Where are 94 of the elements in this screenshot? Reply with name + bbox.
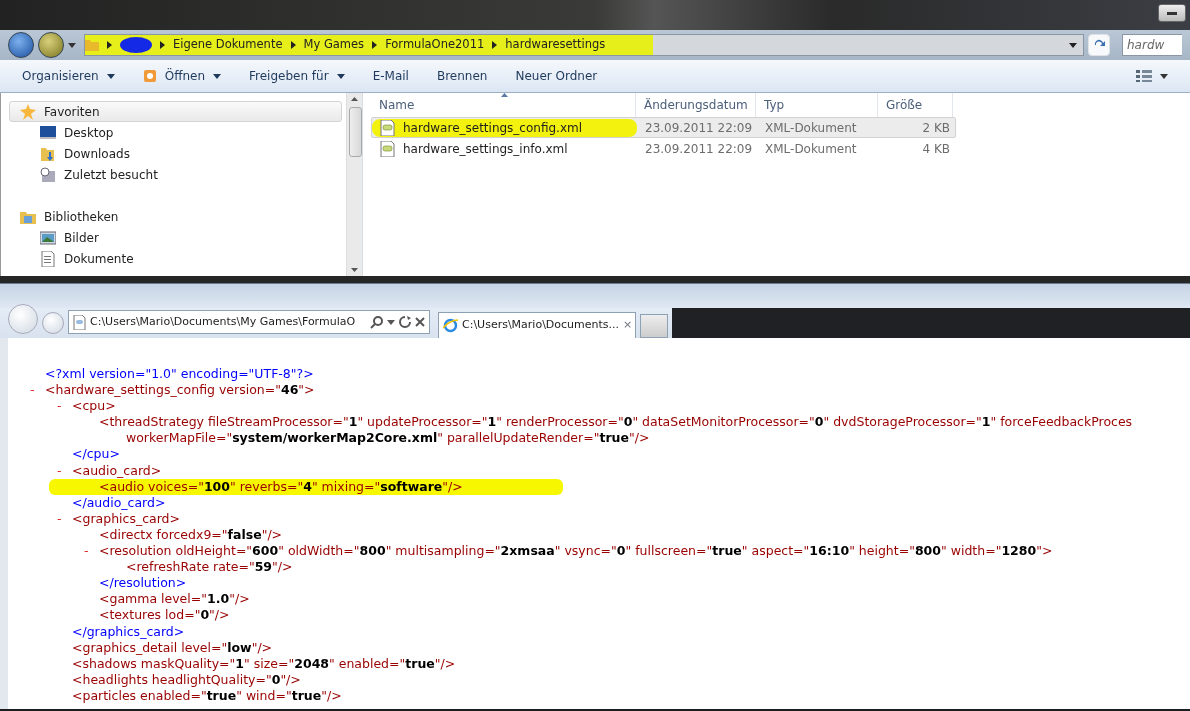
monitor-icon (40, 124, 56, 141)
xml-line: <shadows maskQuality="1" size="2048" enabled="true"/> (72, 655, 456, 671)
browser-logo-icon (443, 318, 458, 333)
caret-icon[interactable] (1069, 42, 1077, 48)
close-icon[interactable] (415, 317, 425, 327)
caret-icon[interactable] (213, 73, 222, 79)
xml-line: <headlights headlightQuality="0"/> (72, 671, 301, 687)
toolbar-button[interactable]: Organisieren (16, 67, 121, 85)
page-icon (73, 314, 86, 330)
star-icon (20, 103, 36, 120)
collapse-toggle[interactable]: - (57, 462, 67, 479)
xml-file-icon (380, 140, 395, 157)
scrollbar[interactable] (346, 93, 362, 276)
xml-line: <audio voices="100" reverbs="4" mixing="software"/> (49, 478, 563, 495)
nav-item[interactable]: Downloads (9, 143, 342, 164)
document-icon (40, 250, 56, 267)
file-type: XML-Dokument (764, 119, 858, 137)
nav-item[interactable]: Bilder (9, 227, 342, 248)
toolbar-button[interactable]: Öffnen (136, 67, 228, 85)
xml-line: <resolution oldHeight="600" oldWidth="800" multisampling="2xmsaa" vsync="0" fullscreen="true" aspect="16:10" height="800" width="1280"> (99, 543, 1053, 559)
open-icon (142, 69, 157, 83)
caret-icon[interactable] (1160, 73, 1168, 79)
toolbar-button[interactable]: E-Mail (366, 67, 415, 85)
xml-line: <threadStrategy fileStreamProcessor="1" updateProcessor="1" renderProcessor="0" dataSetMonitorProcessor="0" dvdStorageProcessor="1" forceFeedbackProces (99, 414, 1133, 430)
search-icon[interactable] (370, 315, 383, 329)
scroll-up-icon[interactable] (351, 97, 358, 101)
file-row[interactable]: hardware_settings_config.xml 23.09.2011 22:09 XML-Dokument 2 KB (371, 117, 956, 138)
file-name: hardware_settings_config.xml (403, 119, 583, 137)
refresh-icon[interactable] (399, 316, 411, 328)
forward-button[interactable] (38, 32, 64, 58)
breadcrumb-item[interactable]: Eigene Dokumente (173, 36, 283, 54)
toolbar-button[interactable]: Neuer Ordner (509, 67, 604, 85)
file-date: 23.09.2011 22:09 (644, 140, 754, 158)
chevron-icon[interactable] (160, 41, 165, 49)
nav-item[interactable]: Dokumente (9, 248, 342, 269)
xml-line: </audio_card> (72, 494, 166, 510)
xml-line: <gamma level="1.0"/> (99, 591, 250, 607)
picture-icon (40, 229, 56, 246)
file-date: 23.09.2011 22:09 (644, 119, 754, 137)
xml-file-icon (380, 119, 395, 136)
xml-line: <refreshRate rate="59"/> (126, 559, 293, 575)
xml-line: </graphics_card> (72, 623, 185, 639)
collapse-toggle[interactable]: - (57, 398, 67, 415)
xml-line: workerMapFile="system/workerMap2Core.xml" parallelUpdateRender="true"/> (126, 430, 650, 446)
search-field[interactable]: hardw (1122, 34, 1182, 56)
scroll-thumb[interactable] (348, 107, 362, 157)
breadcrumb-item[interactable]: FormulaOne2011 (385, 36, 485, 54)
toolbar-button[interactable]: Brennen (430, 67, 494, 85)
minimize-button[interactable] (1158, 4, 1186, 22)
tab-title: C:\Users\Mario\Documents... (462, 317, 620, 334)
folder-download-icon (40, 145, 56, 162)
file-type: XML-Dokument (764, 140, 858, 158)
folder-icon (85, 38, 99, 52)
collapse-toggle[interactable]: - (57, 510, 67, 527)
view-icon (1136, 70, 1152, 82)
xml-line: </cpu> (72, 446, 120, 462)
file-size: 4 KB (921, 140, 951, 158)
xml-line: <cpu> (72, 398, 116, 414)
refresh-button[interactable] (1088, 34, 1110, 56)
back-button[interactable] (8, 32, 34, 58)
toolbar-button[interactable]: Freigeben für (243, 67, 351, 85)
caret-icon[interactable] (106, 73, 115, 79)
xml-line: <graphics_card> (72, 510, 181, 526)
xml-line: <particles enabled="true" wind="true"/> (72, 687, 342, 703)
nav-item[interactable]: Bibliotheken (9, 206, 342, 227)
chevron-icon[interactable] (290, 41, 296, 49)
nav-item[interactable]: Zuletzt besucht (9, 164, 342, 185)
breadcrumb-item[interactable]: My Games (303, 36, 365, 54)
nav-item[interactable]: Favoriten (9, 101, 342, 122)
breadcrumb-item[interactable]: hardwaresettings (505, 36, 606, 54)
file-name: hardware_settings_info.xml (403, 140, 568, 158)
xml-line: <textures lod="0"/> (99, 607, 230, 623)
scroll-down-icon[interactable] (351, 268, 358, 272)
collapse-toggle[interactable]: - (30, 382, 40, 399)
nav-item[interactable]: Desktop (9, 122, 342, 143)
file-size: 2 KB (921, 119, 951, 137)
file-row[interactable]: hardware_settings_info.xml 23.09.2011 22:09 XML-Dokument 4 KB (371, 138, 956, 159)
chevron-icon[interactable] (492, 41, 498, 49)
xml-line: </resolution> (99, 575, 187, 591)
xml-line: <audio_card> (72, 462, 162, 478)
caret-icon[interactable] (68, 42, 76, 48)
chevron-icon[interactable] (107, 41, 112, 49)
collapse-toggle[interactable]: - (84, 543, 94, 560)
tab-close-button[interactable]: × (623, 317, 633, 334)
xml-declaration: <?xml version="1.0" encoding="UTF-8"?> (45, 366, 314, 381)
minimize-icon (1167, 11, 1177, 15)
caret-icon[interactable] (336, 73, 345, 79)
xml-line: <graphics_detail level="low"/> (72, 639, 273, 655)
recent-places-icon (40, 166, 56, 183)
xml-line: <directx forcedx9="false"/> (99, 526, 283, 542)
caret-icon[interactable] (387, 319, 395, 325)
browser-tab[interactable]: C:\Users\Mario\Documents... × (438, 312, 636, 338)
xml-line: <hardware_settings_config version="46"> (45, 382, 315, 398)
chevron-icon[interactable] (372, 41, 378, 49)
